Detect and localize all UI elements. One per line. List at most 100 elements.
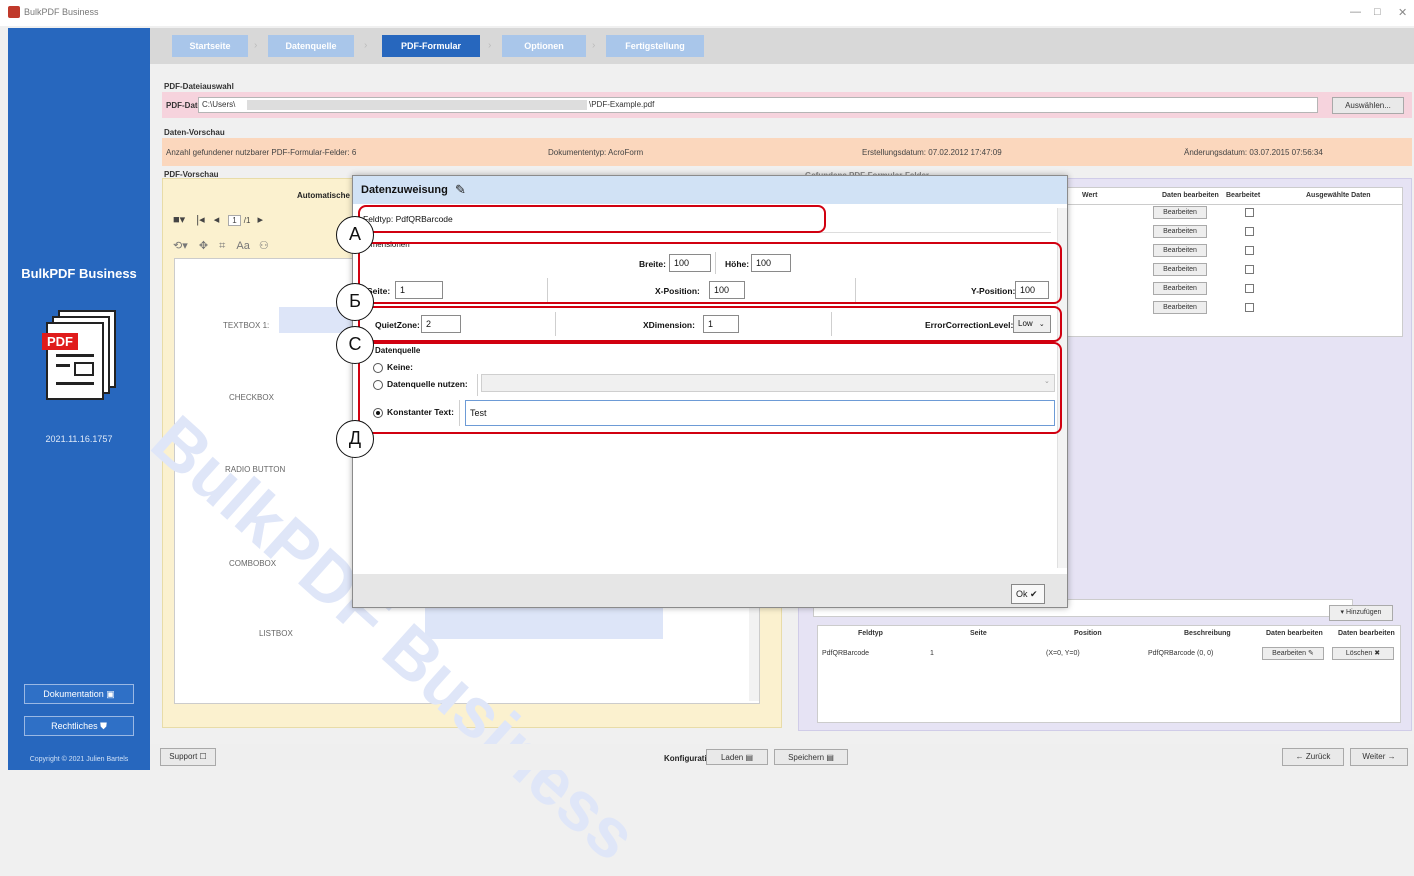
rotate-icon[interactable]: ⟲▾ — [173, 240, 188, 252]
edited-checkbox[interactable] — [1245, 284, 1254, 293]
barcode-page-cell: 1 — [930, 650, 934, 657]
prev-page-icon[interactable]: ◂ — [214, 214, 220, 226]
pdf-logo — [40, 310, 120, 420]
next-button[interactable]: Weiter → — [1350, 748, 1408, 766]
step-optionen[interactable]: Optionen — [502, 35, 586, 57]
dialog-title: Datenzuweisung — [361, 184, 448, 196]
step-fertigstellung[interactable]: Fertigstellung — [606, 35, 704, 57]
file-section: PDF-Datei: C:\Users\ \PDF-Example.pdf Au… — [162, 92, 1412, 118]
column-header: Daten bearbeiten — [1162, 192, 1219, 199]
column-header: Ausgewählte Daten — [1306, 192, 1371, 199]
dialog-footer: Ok ✔ — [353, 574, 1067, 607]
annotation-box-b — [358, 242, 1062, 304]
documentation-button[interactable]: Dokumentation ▣ — [24, 684, 134, 704]
edited-checkbox[interactable] — [1245, 265, 1254, 274]
book-icon: ▣ — [106, 689, 115, 699]
step-arrow-icon: › — [254, 40, 258, 51]
window-titlebar: BulkPDF Business — □ ✕ — [0, 0, 1414, 26]
edit-button[interactable]: Bearbeiten — [1153, 225, 1207, 238]
bottom-bar: Support ☐ Konfiguration: Laden ▤ Speiche… — [150, 744, 1414, 770]
support-icon: ☐ — [199, 752, 207, 761]
column-header: Daten bearbeiten — [1338, 630, 1395, 637]
load-config-button[interactable]: Laden ▤ — [706, 749, 768, 765]
save-icon: ▤ — [826, 753, 834, 762]
field-label: CHECKBOX — [229, 393, 274, 402]
callout-c: С — [336, 326, 374, 364]
browse-button[interactable]: Auswählen... — [1332, 97, 1404, 114]
maximize-button[interactable]: □ — [1374, 6, 1381, 18]
barcode-position-cell: (X=0, Y=0) — [1046, 650, 1080, 657]
step-startseite[interactable]: Startseite — [172, 35, 248, 57]
edited-checkbox[interactable] — [1245, 227, 1254, 236]
file-path-input[interactable]: C:\Users\ \PDF-Example.pdf — [198, 97, 1318, 113]
first-page-icon[interactable]: |◂ — [196, 214, 204, 226]
column-header: Daten bearbeiten — [1266, 630, 1323, 637]
barcode-edit-button[interactable]: Bearbeiten ✎ — [1262, 647, 1324, 660]
edit-button[interactable]: Bearbeiten — [1153, 301, 1207, 314]
legal-button[interactable]: Rechtliches ⛊ — [24, 716, 134, 736]
window-title: BulkPDF Business — [24, 7, 99, 17]
field-label: TEXTBOX 1: — [223, 321, 270, 330]
select-icon[interactable]: ⌗ — [219, 240, 225, 252]
edit-icon: ✎ — [455, 182, 466, 197]
column-header: Position — [1074, 630, 1102, 637]
step-datenquelle[interactable]: Datenquelle — [268, 35, 354, 57]
support-button[interactable]: Support ☐ — [160, 748, 216, 766]
edited-checkbox[interactable] — [1245, 208, 1254, 217]
dialog-titlebar: Datenzuweisung ✎ — [353, 176, 1067, 204]
created-date: Erstellungsdatum: 07.02.2012 17:47:09 — [862, 148, 1002, 157]
hand-icon[interactable]: ✥ — [199, 240, 208, 252]
app-icon — [8, 6, 20, 18]
data-preview-bar: Anzahl gefundener nutzbarer PDF-Formular… — [162, 138, 1412, 166]
column-header: Beschreibung — [1184, 630, 1231, 637]
back-button[interactable]: ← Zurück — [1282, 748, 1344, 766]
callout-b: Б — [336, 283, 374, 321]
data-preview-title: Daten-Vorschau — [164, 128, 225, 137]
step-arrow-icon: › — [488, 40, 492, 51]
barcode-table: Feldtyp Seite Position Beschreibung Date… — [817, 625, 1401, 723]
annotation-box-d — [358, 342, 1062, 434]
wizard-steps: Startseite › Datenquelle › PDF-Formular … — [150, 28, 1414, 64]
edit-button[interactable]: Bearbeiten — [1153, 282, 1207, 295]
annotation-box-a — [358, 205, 826, 233]
doc-type: Dokumententyp: AcroForm — [548, 148, 644, 157]
sidebar: BulkPDF Business PDF 2021.11.16.1757 Dok… — [8, 28, 150, 770]
step-pdf-formular[interactable]: PDF-Formular — [382, 35, 480, 57]
edited-checkbox[interactable] — [1245, 303, 1254, 312]
edit-icon: ✎ — [1307, 650, 1314, 657]
close-button[interactable]: ✕ — [1398, 6, 1407, 19]
edit-button[interactable]: Bearbeiten — [1153, 244, 1207, 257]
next-page-icon[interactable]: ▸ — [258, 214, 264, 226]
fields-count: Anzahl gefundener nutzbarer PDF-Formular… — [166, 148, 357, 157]
barcode-type-cell: PdfQRBarcode — [822, 650, 870, 657]
ok-button[interactable]: Ok ✔ — [1011, 584, 1045, 604]
file-section-title: PDF-Dateiauswahl — [164, 82, 234, 91]
column-header: Feldtyp — [858, 630, 883, 637]
callout-a: А — [336, 216, 374, 254]
save-config-button[interactable]: Speichern ▤ — [774, 749, 848, 765]
text-icon[interactable]: Aa — [236, 240, 249, 252]
edit-button[interactable]: Bearbeiten — [1153, 206, 1207, 219]
delete-icon: ✖ — [1374, 650, 1381, 657]
field-label: LISTBOX — [259, 629, 293, 638]
column-header: Seite — [970, 630, 987, 637]
page-number-input[interactable]: 1 — [228, 215, 241, 226]
modified-date: Änderungsdatum: 03.07.2015 07:56:34 — [1184, 148, 1323, 157]
preview-subtitle: Automatische — [297, 191, 350, 200]
edited-checkbox[interactable] — [1245, 246, 1254, 255]
preview-toolbar: ■▾ |◂ ◂ 1 /1 ▸ — [173, 213, 263, 226]
callout-d: Д — [336, 420, 374, 458]
brand-title: BulkPDF Business — [21, 266, 137, 281]
minimize-button[interactable]: — — [1350, 6, 1361, 18]
user-icon[interactable]: ⚇ — [259, 240, 269, 252]
page-total: /1 — [243, 216, 251, 225]
pdf-logo-label: PDF — [42, 333, 78, 350]
version-label: 2021.11.16.1757 — [45, 434, 113, 444]
page-icon[interactable]: ■▾ — [173, 214, 185, 226]
step-arrow-icon: › — [592, 40, 596, 51]
barcode-delete-button[interactable]: Löschen ✖ — [1332, 647, 1394, 660]
listbox-field[interactable] — [425, 605, 663, 639]
shield-icon: ⛊ — [100, 721, 107, 731]
edit-button[interactable]: Bearbeiten — [1153, 263, 1207, 276]
add-button[interactable]: ▾ Hinzufügen — [1329, 605, 1393, 621]
